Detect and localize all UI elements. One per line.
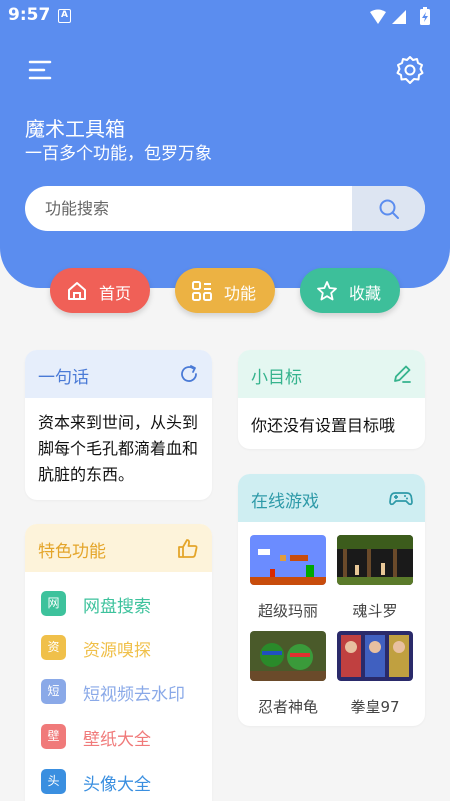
nav-favorites-label: 收藏 bbox=[349, 284, 382, 303]
search-bar bbox=[25, 186, 425, 231]
feature-label: 壁纸大全 bbox=[83, 730, 151, 750]
wifi-icon bbox=[370, 9, 386, 24]
game-name: 拳皇97 bbox=[350, 698, 400, 716]
features-card: 特色功能 网 网盘搜索 资 资源嗅探 短 短视频去水印 壁 壁纸大全 头 头像大… bbox=[25, 524, 212, 801]
quote-card-header: 一句话 bbox=[25, 350, 212, 398]
game-name: 魂斗罗 bbox=[352, 602, 398, 620]
search-icon bbox=[379, 199, 399, 219]
game-name: 忍者神龟 bbox=[257, 698, 318, 716]
goal-text: 你还没有设置目标哦 bbox=[251, 416, 396, 435]
menu-icon[interactable] bbox=[26, 58, 54, 82]
feature-item-remove-watermark[interactable]: 短 短视频去水印 bbox=[41, 679, 206, 705]
nav-functions-button[interactable]: 功能 bbox=[175, 268, 275, 313]
games-card-header: 在线游戏 bbox=[238, 474, 425, 522]
app-subtitle: 一百多个功能，包罗万象 bbox=[25, 144, 212, 164]
search-input[interactable] bbox=[25, 186, 352, 231]
game-thumbnail bbox=[337, 535, 413, 585]
feature-label: 头像大全 bbox=[83, 775, 151, 795]
game-thumbnail bbox=[337, 631, 413, 681]
features-card-title: 特色功能 bbox=[38, 542, 106, 562]
feature-label: 资源嗅探 bbox=[83, 641, 151, 661]
nav-home-button[interactable]: 首页 bbox=[50, 268, 150, 313]
refresh-icon[interactable] bbox=[178, 363, 200, 385]
thumbs-up-icon bbox=[178, 539, 198, 558]
edit-pencil-icon[interactable] bbox=[391, 363, 413, 385]
grid-icon bbox=[192, 281, 212, 301]
games-card-title: 在线游戏 bbox=[251, 492, 319, 512]
feature-label: 短视频去水印 bbox=[83, 685, 185, 705]
nav-functions-label: 功能 bbox=[224, 284, 257, 303]
feature-badge: 资 bbox=[41, 635, 66, 660]
feature-label: 网盘搜索 bbox=[83, 597, 151, 617]
status-bar: 9:57 A bbox=[0, 0, 450, 32]
star-icon bbox=[317, 281, 337, 301]
settings-gear-icon[interactable] bbox=[395, 55, 425, 85]
feature-badge: 短 bbox=[41, 679, 66, 704]
goal-card-header: 小目标 bbox=[238, 350, 425, 398]
home-icon bbox=[68, 282, 86, 300]
quote-card: 一句话 资本来到世间，从头到脚每个毛孔都滴着血和肮脏的东西。 bbox=[25, 350, 212, 500]
feature-badge: 头 bbox=[41, 769, 66, 794]
quote-card-title: 一句话 bbox=[38, 368, 89, 388]
status-time: 9:57 bbox=[8, 5, 51, 25]
notification-a-icon: A bbox=[58, 9, 71, 23]
quote-text: 资本来到世间，从头到脚每个毛孔都滴着血和肮脏的东西。 bbox=[38, 413, 199, 484]
feature-item-avatars[interactable]: 头 头像大全 bbox=[41, 769, 206, 795]
gamepad-icon bbox=[389, 492, 413, 506]
search-button[interactable] bbox=[352, 186, 425, 231]
app-title: 魔术工具箱 bbox=[25, 117, 125, 141]
goal-card-title: 小目标 bbox=[251, 368, 302, 388]
feature-badge: 壁 bbox=[41, 724, 66, 749]
feature-badge: 网 bbox=[41, 591, 66, 616]
game-name: 超级玛丽 bbox=[257, 602, 318, 620]
nav-favorites-button[interactable]: 收藏 bbox=[300, 268, 400, 313]
game-thumbnail bbox=[250, 631, 326, 681]
games-card: 在线游戏 超级玛丽 魂斗罗 忍者神龟 拳皇97 bbox=[238, 474, 425, 726]
feature-item-wallpapers[interactable]: 壁 壁纸大全 bbox=[41, 724, 206, 750]
goal-card[interactable]: 小目标 你还没有设置目标哦 bbox=[238, 350, 425, 449]
feature-item-resource-sniff[interactable]: 资 资源嗅探 bbox=[41, 635, 206, 661]
feature-item-netdisk-search[interactable]: 网 网盘搜索 bbox=[41, 591, 206, 617]
status-icons bbox=[370, 7, 430, 25]
features-card-header: 特色功能 bbox=[25, 524, 212, 572]
signal-icon bbox=[392, 10, 406, 24]
nav-home-label: 首页 bbox=[99, 284, 132, 303]
game-thumbnail bbox=[250, 535, 326, 585]
